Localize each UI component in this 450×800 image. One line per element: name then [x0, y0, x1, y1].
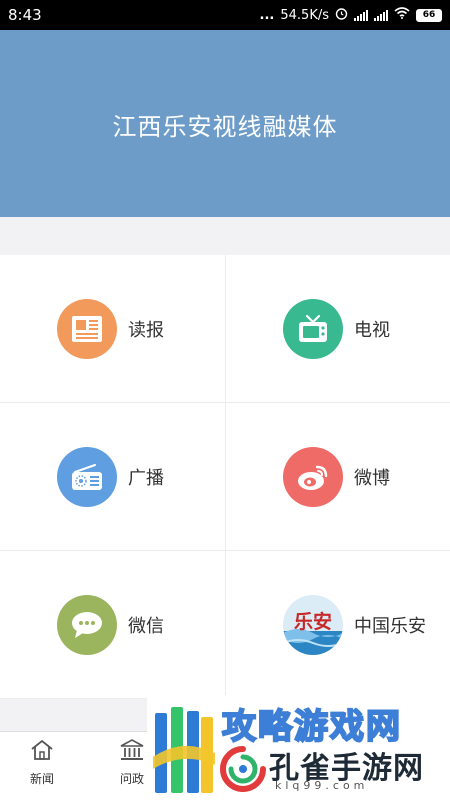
home-icon: [29, 738, 55, 766]
grid-item-label: 中国乐安: [354, 615, 426, 637]
wechat-icon: [57, 594, 117, 655]
grid-item-label: 读报: [128, 319, 164, 341]
watermark-swirl-icon: [220, 746, 266, 792]
app-header: 江西乐安视线融媒体: [0, 30, 450, 217]
wifi-icon: [394, 7, 410, 23]
grid-item-read-paper[interactable]: 读报: [0, 255, 225, 403]
battery-icon: 66: [416, 8, 442, 22]
watermark-site-text: klq99.com: [275, 779, 369, 792]
tv-icon: [283, 298, 343, 359]
watermark-top-text: 攻略游戏网: [221, 706, 402, 748]
lean-logo-icon: 乐安: [283, 594, 343, 655]
weibo-icon: [283, 446, 343, 507]
grid-item-china-lean[interactable]: 乐安 中国乐安: [225, 551, 450, 699]
tab-label: 新闻: [29, 772, 54, 786]
watermark-logo-icon: [153, 707, 215, 793]
lean-logo-text: 乐安: [293, 611, 332, 633]
status-icons: ... 54.5K/s 66: [260, 7, 442, 24]
grid-item-label: 电视: [354, 319, 390, 341]
alarm-icon: [335, 7, 348, 24]
grid-item-label: 微信: [128, 615, 164, 637]
watermark: 攻略游戏网 孔雀手游网 klq99.com: [147, 695, 450, 800]
tab-label: 问政: [119, 772, 144, 786]
grid-item-wechat[interactable]: 微信: [0, 551, 225, 699]
signal-icon: [374, 9, 388, 21]
grid-item-label: 广播: [128, 467, 164, 489]
signal-icon: [354, 9, 368, 21]
tab-news[interactable]: 新闻: [14, 738, 70, 787]
network-speed: 54.5K/s: [280, 7, 329, 23]
radio-icon: [57, 446, 117, 507]
status-bar: 8:43 ... 54.5K/s 66: [0, 0, 450, 30]
status-time: 8:43: [8, 6, 42, 24]
page-title: 江西乐安视线融媒体: [112, 113, 338, 141]
section-divider: [0, 217, 450, 255]
grid-item-radio[interactable]: 广播: [0, 403, 225, 551]
government-icon: [119, 738, 145, 766]
grid-item-label: 微博: [354, 467, 390, 489]
grid-item-weibo[interactable]: 微博: [225, 403, 450, 551]
newspaper-icon: [57, 298, 117, 359]
channel-grid: 读报 电视 广播 微博 微信 乐安 中国乐安: [0, 255, 450, 699]
grid-item-tv[interactable]: 电视: [225, 255, 450, 403]
status-dots: ...: [259, 7, 275, 23]
